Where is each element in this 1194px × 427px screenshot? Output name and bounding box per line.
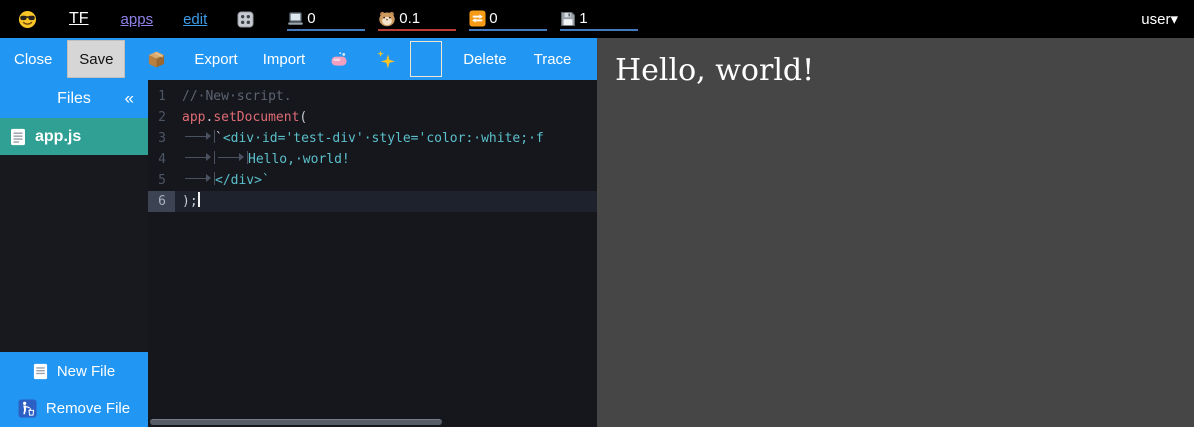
code-line-text: Hello,·world!: [175, 149, 350, 170]
preview-panel: Hello, world!: [597, 38, 1194, 427]
files-header: Files «: [0, 80, 148, 118]
package-icon[interactable]: [147, 50, 166, 69]
top-bar: TF apps edit 0 0.1: [0, 0, 1194, 38]
text-caret: [198, 192, 200, 207]
stat-value: 0: [307, 10, 315, 27]
tab-marker-icon: [182, 172, 215, 185]
new-file-button[interactable]: New File: [0, 353, 148, 390]
code-line: 1//·New·script.: [148, 86, 597, 107]
line-number: 2: [148, 107, 175, 128]
code-editor[interactable]: 1//·New·script.2app.setDocument(3`<div·i…: [148, 80, 597, 427]
horizontal-scrollbar-thumb[interactable]: [150, 419, 442, 425]
new-file-label: New File: [57, 363, 115, 380]
preview-hello-text: Hello, world!: [597, 38, 1194, 88]
tab-marker-icon: [182, 130, 215, 143]
file-name: app.js: [35, 128, 81, 146]
code-line: 6);: [148, 191, 597, 212]
line-number: 4: [148, 149, 175, 170]
stat-value: 1: [579, 10, 587, 27]
code-line: 3`<div·id='test-div'·style='color:·white…: [148, 128, 597, 149]
editor-toolbar: Close Save Export Import: [0, 38, 597, 80]
repeat-icon: [469, 10, 486, 27]
tab-marker-icon: [182, 151, 215, 164]
code-line-text: );: [175, 191, 200, 212]
stat-value: 0: [489, 10, 497, 27]
sidebar-footer: New File Remove File: [0, 352, 148, 427]
code-line-text: `<div·id='test-div'·style='color:·white;…: [175, 128, 544, 149]
user-menu[interactable]: user▾: [1141, 10, 1178, 28]
code-line-text: </div>`: [175, 170, 270, 191]
file-list-empty-area: [0, 155, 148, 352]
remove-file-button[interactable]: Remove File: [0, 390, 148, 427]
litter-bin-icon: [18, 399, 37, 418]
stat-field-repeat[interactable]: 0: [469, 7, 547, 31]
hamster-icon: [378, 10, 396, 27]
left-pane: Close Save Export Import: [0, 38, 597, 427]
import-button[interactable]: Import: [263, 51, 306, 68]
soap-icon[interactable]: [330, 51, 349, 68]
apps-link[interactable]: apps: [121, 11, 154, 28]
code-line-text: //·New·script.: [175, 86, 292, 107]
files-header-label: Files: [57, 90, 91, 108]
tab-marker-icon: [215, 151, 248, 164]
delete-button[interactable]: Delete: [463, 51, 506, 68]
smiley-sunglasses-icon[interactable]: [18, 10, 37, 29]
close-button[interactable]: Close: [14, 51, 52, 68]
sparkles-icon[interactable]: [376, 50, 395, 69]
file-item-appjs[interactable]: app.js: [0, 118, 148, 155]
export-button[interactable]: Export: [194, 51, 237, 68]
code-line-text: app.setDocument(: [175, 107, 307, 128]
code-line: 5</div>`: [148, 170, 597, 191]
new-file-icon: [33, 363, 48, 380]
stat-value: 0.1: [399, 10, 420, 27]
laptop-icon: [287, 11, 304, 27]
remove-file-label: Remove File: [46, 400, 130, 417]
line-number: 5: [148, 170, 175, 191]
home-link[interactable]: TF: [69, 10, 89, 28]
stat-field-laptop[interactable]: 0: [287, 7, 365, 31]
trace-button[interactable]: Trace: [534, 51, 572, 68]
line-number: 1: [148, 86, 175, 107]
line-number: 3: [148, 128, 175, 149]
code-lines: 1//·New·script.2app.setDocument(3`<div·i…: [148, 86, 597, 212]
doc-icon: [10, 128, 26, 146]
dice-icon[interactable]: [237, 11, 254, 28]
toolbar-empty-box[interactable]: [410, 41, 442, 77]
code-line: 2app.setDocument(: [148, 107, 597, 128]
workspace: Files « app.js: [0, 80, 597, 427]
save-button[interactable]: Save: [67, 40, 125, 78]
stat-field-hamster[interactable]: 0.1: [378, 7, 456, 31]
code-line: 4Hello,·world!: [148, 149, 597, 170]
edit-link[interactable]: edit: [183, 11, 207, 28]
collapse-sidebar-button[interactable]: «: [125, 89, 134, 109]
floppy-icon: [560, 11, 576, 27]
stat-field-floppy[interactable]: 1: [560, 7, 638, 31]
line-number: 6: [148, 191, 175, 212]
file-sidebar: Files « app.js: [0, 80, 148, 427]
